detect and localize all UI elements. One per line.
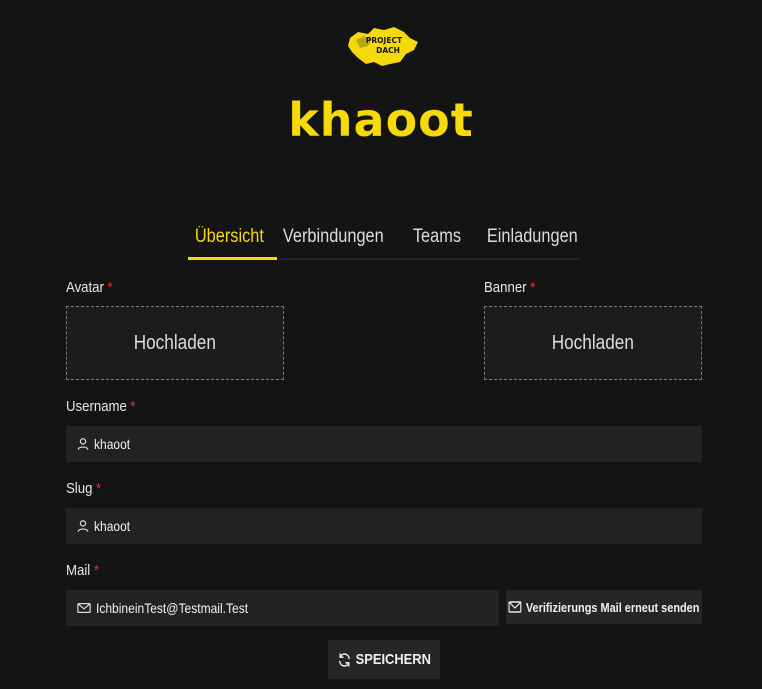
resend-verification-button[interactable]: Verifizierungs Mail erneut senden [506, 590, 702, 624]
slug-value: khaoot [94, 518, 131, 534]
required-marker: * [107, 279, 113, 296]
slug-label-text: Slug [66, 480, 93, 497]
required-marker: * [93, 562, 99, 579]
page-title: khaoot [288, 93, 474, 147]
required-marker: * [530, 279, 536, 296]
refresh-icon [338, 652, 350, 667]
profile-settings-page: PROJECT DACH khaoot Übersicht Verbindung… [0, 0, 762, 689]
mail-label: Mail * [66, 562, 99, 579]
username-label-text: Username [66, 398, 127, 415]
banner-upload-label: Hochladen [551, 331, 635, 354]
logo-text-dach: DACH [376, 46, 400, 55]
required-marker: * [95, 480, 102, 497]
user-icon [75, 519, 90, 534]
tab-teams[interactable]: Teams [406, 222, 468, 260]
tab-bar: Übersicht Verbindungen Teams Einladungen [188, 222, 580, 260]
slug-input[interactable]: khaoot [66, 508, 702, 544]
tab-verbindungen[interactable]: Verbindungen [276, 222, 391, 260]
slug-label: Slug * [66, 480, 101, 497]
project-dach-logo: PROJECT DACH [344, 24, 422, 68]
mail-icon [75, 601, 92, 616]
banner-label-text: Banner [484, 279, 527, 296]
save-button[interactable]: SPEICHERN [328, 640, 440, 679]
mail-value: IchbineinTest@Testmail.Test [96, 600, 249, 616]
avatar-label: Avatar * [66, 279, 113, 296]
banner-upload-button[interactable]: Hochladen [484, 306, 702, 380]
username-input[interactable]: khaoot [66, 426, 702, 462]
avatar-label-text: Avatar [66, 279, 104, 296]
mail-label-text: Mail [66, 562, 91, 579]
logo-text-project: PROJECT [366, 36, 403, 45]
mail-icon [508, 601, 522, 613]
avatar-upload-button[interactable]: Hochladen [66, 306, 284, 380]
tab-uebersicht[interactable]: Übersicht [188, 222, 271, 260]
tab-einladungen[interactable]: Einladungen [480, 222, 585, 260]
user-icon [75, 437, 90, 452]
username-label: Username * [66, 398, 136, 415]
avatar-upload-label: Hochladen [133, 331, 217, 354]
active-tab-indicator [188, 257, 277, 260]
username-value: khaoot [94, 436, 131, 452]
banner-label: Banner * [484, 279, 535, 296]
resend-verification-label: Verifizierungs Mail erneut senden [526, 599, 700, 615]
required-marker: * [130, 398, 136, 415]
save-label: SPEICHERN [355, 651, 431, 668]
mail-input[interactable]: IchbineinTest@Testmail.Test [66, 590, 499, 626]
